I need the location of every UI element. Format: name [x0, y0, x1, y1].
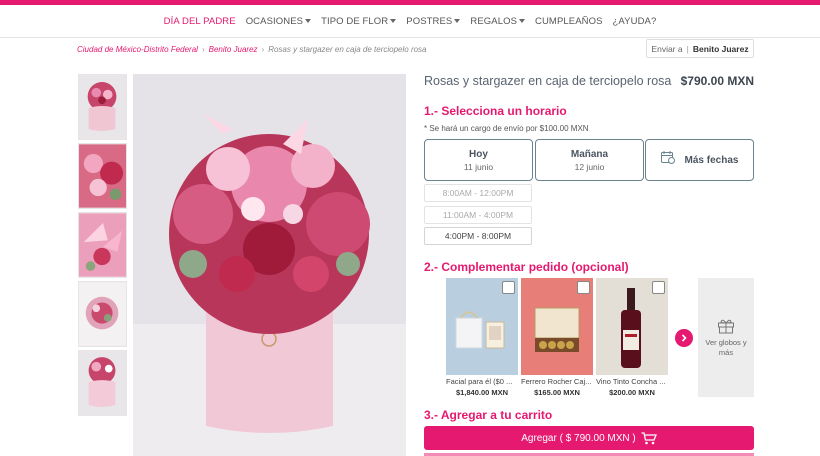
chevron-down-icon: [454, 18, 461, 23]
date-option-today[interactable]: Hoy 11 junio: [424, 139, 533, 181]
breadcrumb-link-city[interactable]: Ciudad de México-Distrito Federal: [77, 45, 198, 54]
see-more-addons[interactable]: Ver globos y más: [698, 278, 754, 397]
cart-icon: [641, 431, 657, 445]
thumbnail-4[interactable]: [78, 281, 127, 347]
product-header: Rosas y stargazer en caja de terciopelo …: [424, 74, 754, 88]
nav-item-regalos[interactable]: REGALOS: [465, 16, 530, 27]
see-more-label: Ver globos y más: [705, 337, 747, 357]
more-dates-label: Más fechas: [684, 154, 739, 166]
nav-label: REGALOS: [470, 15, 518, 27]
addon-price: $200.00 MXN: [609, 388, 655, 397]
nav-label: TIPO DE FLOR: [321, 15, 389, 27]
addon-price: $1,840.00 MXN: [455, 388, 509, 397]
time-slot-4pm-8pm[interactable]: 4:00PM - 8:00PM: [424, 227, 532, 245]
addon-checkbox[interactable]: [652, 281, 665, 294]
date-day: Hoy: [469, 148, 488, 160]
time-slot-11am-4pm[interactable]: 11:00AM - 4:00PM: [424, 206, 532, 224]
breadcrumb-link-area[interactable]: Benito Juarez: [209, 45, 258, 54]
product-main-image: [133, 74, 406, 456]
addon-name: Facial para él ($0 ...: [446, 377, 513, 386]
send-to-city: Benito Juarez: [692, 43, 749, 54]
time-slot-8am-12pm[interactable]: 8:00AM - 12:00PM: [424, 184, 532, 202]
send-to-divider: |: [686, 43, 689, 54]
addon-card[interactable]: Ferrero Rocher Caj... $165.00 MXN: [521, 278, 593, 397]
chevron-right-icon: [681, 334, 687, 342]
product-title: Rosas y stargazer en caja de terciopelo …: [424, 74, 672, 88]
addon-name: Vino Tinto Concha ...: [596, 377, 666, 386]
addon-image: [596, 278, 668, 375]
send-to-label: Enviar a: [651, 43, 683, 54]
add-to-cart-button[interactable]: Agregar ( $ 790.00 MXN ): [424, 426, 754, 450]
date-date: 12 junio: [574, 161, 605, 172]
send-to-selector[interactable]: Enviar a | Benito Juarez: [646, 39, 754, 58]
nav-item-cumpleanos[interactable]: CUMPLEAÑOS: [530, 16, 608, 27]
date-option-tomorrow[interactable]: Mañana 12 junio: [535, 139, 644, 181]
step2-title: 2.- Complementar pedido (opcional): [424, 260, 629, 274]
addon-price: $165.00 MXN: [534, 388, 580, 397]
chevron-down-icon: [519, 18, 526, 23]
shipping-note: * Se hará un cargo de envío por $100.00 …: [424, 124, 589, 133]
nav-item-ayuda[interactable]: ¿AYUDA?: [608, 16, 662, 27]
addon-card[interactable]: Facial para él ($0 ... $1,840.00 MXN: [446, 278, 518, 397]
nav-item-dia-del-padre[interactable]: DÍA DEL PADRE: [159, 16, 241, 27]
date-date: 11 junio: [463, 161, 494, 172]
date-day: Mañana: [570, 148, 609, 160]
main-nav: DÍA DEL PADRE OCASIONES TIPO DE FLOR POS…: [0, 5, 820, 38]
carousel-next-button[interactable]: [675, 329, 693, 347]
addon-checkbox[interactable]: [502, 281, 515, 294]
step1-title: 1.- Selecciona un horario: [424, 104, 567, 118]
nav-label: OCASIONES: [245, 15, 304, 27]
nav-item-ocasiones[interactable]: OCASIONES: [241, 16, 316, 27]
breadcrumb-separator: ›: [201, 45, 205, 54]
step3-title: 3.- Agregar a tu carrito: [424, 408, 553, 422]
addon-name: Ferrero Rocher Caj...: [521, 377, 592, 386]
addon-checkbox[interactable]: [577, 281, 590, 294]
nav-label: POSTRES: [406, 15, 453, 27]
nav-item-postres[interactable]: POSTRES: [401, 16, 465, 27]
thumbnail-3[interactable]: [78, 212, 127, 278]
thumbnail-list: [78, 74, 127, 419]
breadcrumb-current: Rosas y stargazer en caja de terciopelo …: [268, 45, 427, 54]
addon-image: [446, 278, 518, 375]
chevron-down-icon: [390, 18, 397, 23]
addon-card[interactable]: Vino Tinto Concha ... $200.00 MXN: [596, 278, 668, 397]
chevron-down-icon: [305, 18, 312, 23]
calendar-icon: [660, 151, 675, 169]
addon-image: [521, 278, 593, 375]
product-price: $790.00 MXN: [680, 74, 754, 88]
thumbnail-2[interactable]: [78, 143, 127, 209]
thumbnail-5[interactable]: [78, 350, 127, 416]
breadcrumb: Ciudad de México-Distrito Federal › Benito…: [77, 45, 427, 54]
thumbnail-1[interactable]: [78, 74, 127, 140]
nav-item-tipo-de-flor[interactable]: TIPO DE FLOR: [316, 16, 401, 27]
add-to-cart-label: Agregar ( $ 790.00 MXN ): [521, 432, 636, 444]
breadcrumb-separator: ›: [261, 45, 265, 54]
gift-icon: [718, 319, 734, 333]
more-dates-button[interactable]: Más fechas: [645, 139, 754, 181]
